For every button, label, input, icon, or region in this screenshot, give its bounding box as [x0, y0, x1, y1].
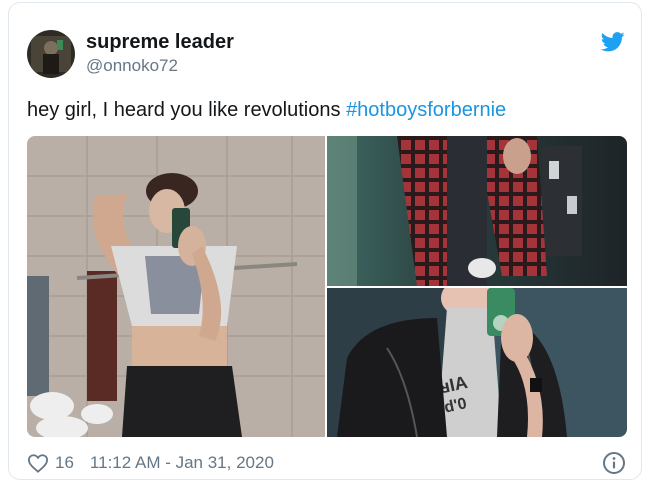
avatar[interactable] — [27, 30, 75, 78]
tweet-body: hey girl, I heard you like revolutions — [27, 99, 347, 121]
tweet-footer: 16 11:12 AM - Jan 31, 2020 — [27, 452, 274, 474]
info-icon[interactable] — [602, 451, 626, 475]
user-handle[interactable]: @onnoko72 — [86, 56, 178, 76]
leather-jacket-photo[interactable]: ᴚIA d'0 — [327, 288, 627, 437]
tweet-card: supreme leader @onnoko72 hey girl, I hea… — [8, 2, 642, 480]
timestamp[interactable]: 11:12 AM - Jan 31, 2020 — [90, 453, 274, 473]
twitter-bird-icon[interactable] — [600, 32, 625, 52]
mirror-selfie-photo[interactable] — [27, 136, 325, 437]
user-name[interactable]: supreme leader — [86, 31, 234, 54]
like-count[interactable]: 16 — [55, 453, 74, 473]
media-grid: ᴚIA d'0 — [27, 136, 627, 437]
heart-icon[interactable] — [27, 453, 49, 473]
flannel-shirt-photo[interactable] — [327, 136, 627, 286]
tweet-text: hey girl, I heard you like revolutions #… — [27, 99, 506, 122]
hashtag-link[interactable]: #hotboysforbernie — [346, 99, 506, 121]
